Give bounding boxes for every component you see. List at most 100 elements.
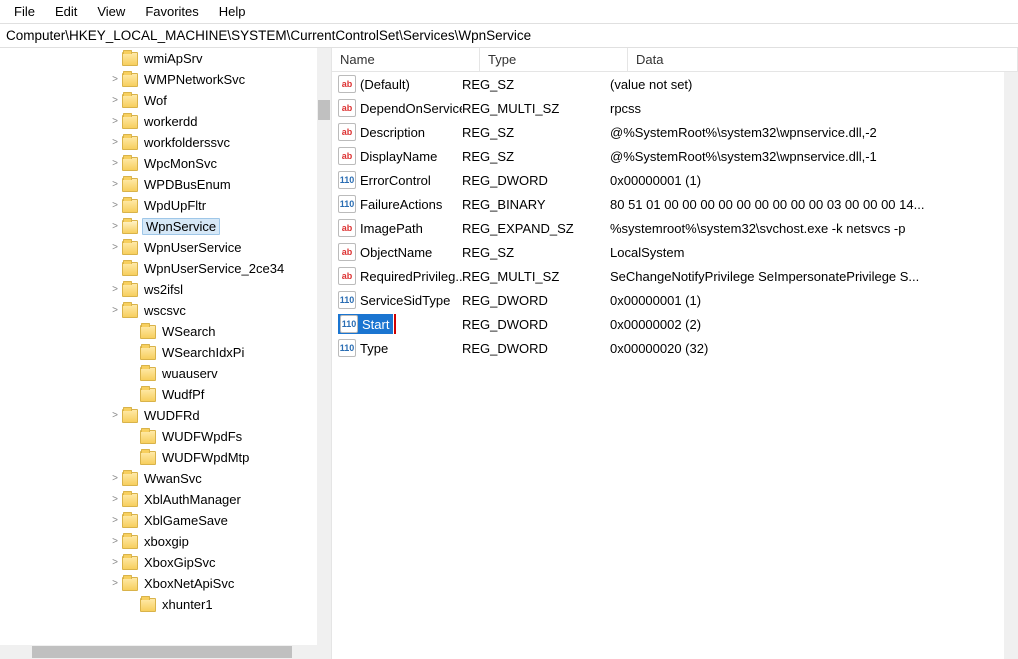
value-row[interactable]: ab(Default)REG_SZ(value not set) [332, 72, 1018, 96]
column-data[interactable]: Data [628, 48, 1018, 71]
tree-item[interactable]: > WPDBusEnum [0, 174, 317, 195]
string-value-icon: ab [338, 219, 356, 237]
tree-item[interactable]: WudfPf [0, 384, 317, 405]
expand-chevron-icon[interactable]: > [108, 137, 122, 148]
list-vertical-scrollbar[interactable] [1004, 72, 1018, 659]
tree-item-label: WpnService [142, 218, 220, 235]
value-row[interactable]: abImagePathREG_EXPAND_SZ%systemroot%\sys… [332, 216, 1018, 240]
tree-item-label: wscsvc [142, 303, 188, 318]
tree-item[interactable]: >workfolderssvc [0, 132, 317, 153]
tree-item[interactable]: > WpnService [0, 216, 317, 237]
address-bar[interactable]: Computer\HKEY_LOCAL_MACHINE\SYSTEM\Curre… [0, 24, 1018, 48]
tree-item[interactable]: >XboxGipSvc [0, 552, 317, 573]
folder-icon [140, 430, 156, 444]
value-type: REG_SZ [462, 77, 610, 92]
value-row[interactable]: 110StartREG_DWORD0x00000002 (2) [332, 312, 1018, 336]
value-row[interactable]: 110FailureActionsREG_BINARY80 51 01 00 0… [332, 192, 1018, 216]
expand-chevron-icon[interactable]: > [108, 242, 122, 253]
expand-chevron-icon[interactable]: > [108, 305, 122, 316]
value-data: 0x00000001 (1) [610, 293, 1018, 308]
value-data: 80 51 01 00 00 00 00 00 00 00 00 00 03 0… [610, 197, 1018, 212]
tree-item-label: WSearchIdxPi [160, 345, 246, 360]
expand-chevron-icon[interactable]: > [108, 221, 122, 232]
expand-chevron-icon[interactable]: > [108, 557, 122, 568]
value-row[interactable]: 110ServiceSidTypeREG_DWORD0x00000001 (1) [332, 288, 1018, 312]
value-data: 0x00000002 (2) [610, 317, 1018, 332]
tree-item[interactable]: WUDFWpdMtp [0, 447, 317, 468]
tree-item[interactable]: WUDFWpdFs [0, 426, 317, 447]
expand-chevron-icon[interactable]: > [108, 158, 122, 169]
tree-item[interactable]: >Wof [0, 90, 317, 111]
value-row[interactable]: 110ErrorControlREG_DWORD0x00000001 (1) [332, 168, 1018, 192]
folder-icon [122, 73, 138, 87]
menu-edit[interactable]: Edit [45, 2, 87, 21]
tree-item-label: WpnUserService_2ce34 [142, 261, 286, 276]
tree-horizontal-scrollbar[interactable] [0, 645, 331, 659]
tree-item[interactable]: wuauserv [0, 363, 317, 384]
expand-chevron-icon[interactable]: > [108, 200, 122, 211]
tree-list[interactable]: wmiApSrv>WMPNetworkSvc>Wof>workerdd>work… [0, 48, 317, 645]
tree-item[interactable]: >ws2ifsl [0, 279, 317, 300]
expand-chevron-icon[interactable]: > [108, 536, 122, 547]
expand-chevron-icon[interactable]: > [108, 515, 122, 526]
tree-item[interactable]: WSearchIdxPi [0, 342, 317, 363]
value-name: RequiredPrivileg... [360, 269, 462, 284]
value-name: ImagePath [360, 221, 423, 236]
tree-vertical-scrollbar[interactable] [317, 48, 331, 645]
expand-chevron-icon[interactable]: > [108, 410, 122, 421]
tree-item[interactable]: > wscsvc [0, 300, 317, 321]
tree-item[interactable]: WpnUserService_2ce34 [0, 258, 317, 279]
expand-chevron-icon[interactable]: > [108, 473, 122, 484]
value-row[interactable]: abRequiredPrivileg...REG_MULTI_SZSeChang… [332, 264, 1018, 288]
tree-item[interactable]: >WpdUpFltr [0, 195, 317, 216]
column-name[interactable]: Name [332, 48, 480, 71]
menu-help[interactable]: Help [209, 2, 256, 21]
value-name: Start [362, 317, 389, 332]
value-row[interactable]: 110TypeREG_DWORD0x00000020 (32) [332, 336, 1018, 360]
tree-item[interactable]: >XblGameSave [0, 510, 317, 531]
tree-item[interactable]: wmiApSrv [0, 48, 317, 69]
folder-icon [122, 409, 138, 423]
expand-chevron-icon[interactable]: > [108, 74, 122, 85]
menu-file[interactable]: File [4, 2, 45, 21]
tree-item[interactable]: WSearch [0, 321, 317, 342]
values-list[interactable]: ab(Default)REG_SZ(value not set)abDepend… [332, 72, 1018, 659]
tree-item-label: WpnUserService [142, 240, 244, 255]
menu-view[interactable]: View [87, 2, 135, 21]
folder-icon [122, 514, 138, 528]
expand-chevron-icon[interactable]: > [108, 494, 122, 505]
tree-item[interactable]: > WpcMonSvc [0, 153, 317, 174]
menu-favorites[interactable]: Favorites [135, 2, 208, 21]
value-type: REG_SZ [462, 245, 610, 260]
tree-item[interactable]: > WpnUserService [0, 237, 317, 258]
expand-chevron-icon[interactable]: > [108, 95, 122, 106]
value-name: ServiceSidType [360, 293, 450, 308]
tree-item[interactable]: >WwanSvc [0, 468, 317, 489]
column-type[interactable]: Type [480, 48, 628, 71]
value-row[interactable]: abDependOnServiceREG_MULTI_SZrpcss [332, 96, 1018, 120]
tree-item-label: WpcMonSvc [142, 156, 219, 171]
tree-item-label: WPDBusEnum [142, 177, 233, 192]
menu-bar: File Edit View Favorites Help [0, 0, 1018, 24]
value-row[interactable]: abDescriptionREG_SZ@%SystemRoot%\system3… [332, 120, 1018, 144]
folder-icon [122, 241, 138, 255]
value-row[interactable]: ab ObjectName REG_SZLocalSystem [332, 240, 1018, 264]
expand-chevron-icon[interactable]: > [108, 116, 122, 127]
tree-item[interactable]: >xboxgip [0, 531, 317, 552]
expand-chevron-icon[interactable]: > [108, 284, 122, 295]
value-data: LocalSystem [610, 245, 1018, 260]
folder-icon [122, 199, 138, 213]
tree-item[interactable]: xhunter1 [0, 594, 317, 615]
tree-item[interactable]: >XblAuthManager [0, 489, 317, 510]
tree-item[interactable]: >WMPNetworkSvc [0, 69, 317, 90]
expand-chevron-icon[interactable]: > [108, 179, 122, 190]
folder-icon [122, 304, 138, 318]
tree-item[interactable]: >workerdd [0, 111, 317, 132]
tree-item[interactable]: >XboxNetApiSvc [0, 573, 317, 594]
expand-chevron-icon[interactable]: > [108, 578, 122, 589]
value-row[interactable]: abDisplayNameREG_SZ@%SystemRoot%\system3… [332, 144, 1018, 168]
string-value-icon: ab [338, 243, 356, 261]
value-name: ObjectName [360, 245, 432, 260]
value-type: REG_SZ [462, 149, 610, 164]
tree-item[interactable]: >WUDFRd [0, 405, 317, 426]
